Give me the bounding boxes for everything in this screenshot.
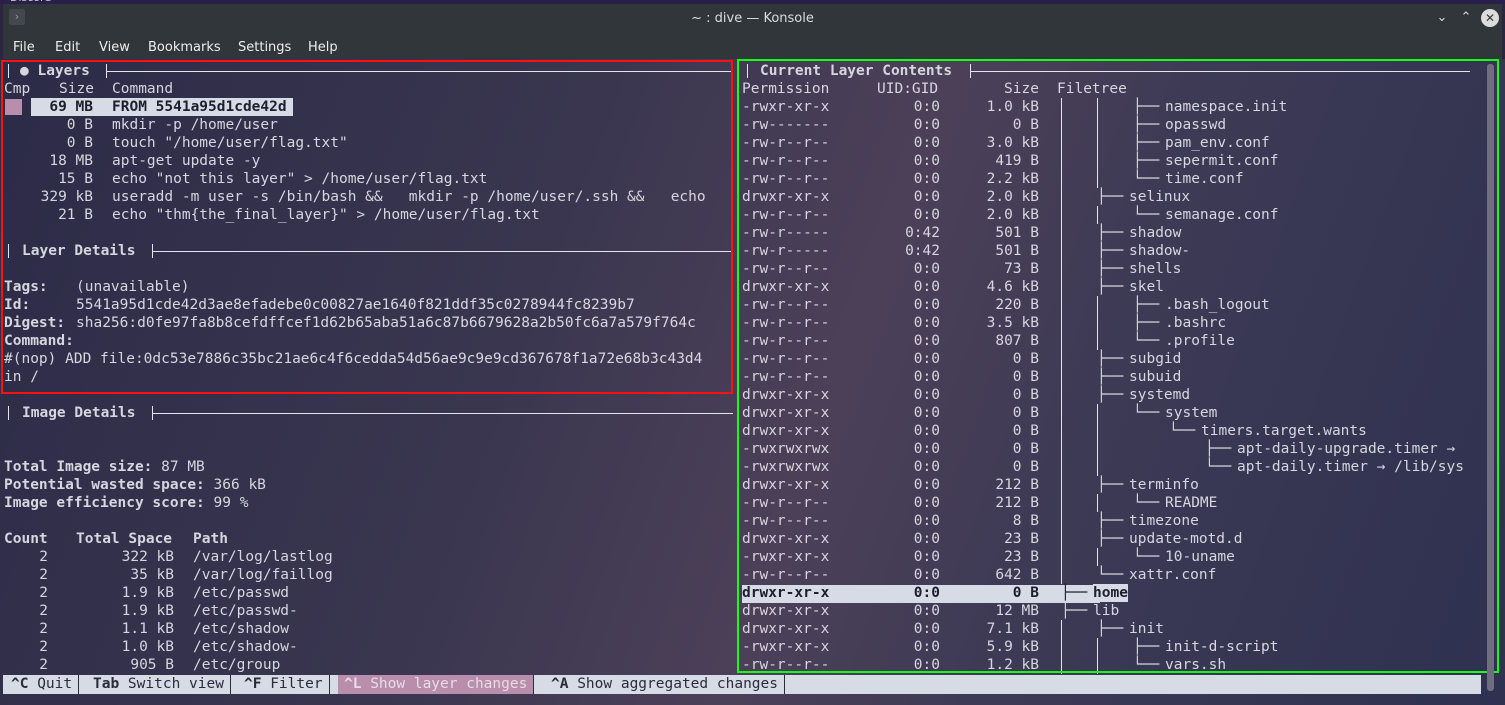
shortcut-show-layer-changes[interactable]: ^L Show layer changes bbox=[338, 675, 535, 694]
wasted-count: 2 bbox=[39, 621, 48, 637]
wasted-path: /var/log/lastlog bbox=[193, 549, 333, 565]
maximize-icon[interactable]: ⌃ bbox=[1457, 9, 1475, 27]
wasted-path: /etc/passwd bbox=[193, 585, 290, 601]
wasted-count: 2 bbox=[39, 639, 48, 655]
pane-border bbox=[153, 413, 733, 414]
wasted-space: 905 B bbox=[130, 657, 174, 673]
menu-help[interactable]: Help bbox=[308, 40, 338, 55]
shortcut-label: Switch view bbox=[119, 676, 224, 692]
terminal-scrollbar[interactable] bbox=[1487, 64, 1494, 691]
menu-file[interactable]: File bbox=[13, 40, 35, 55]
wasted-count: 2 bbox=[39, 567, 48, 583]
wasted-path: /etc/group bbox=[193, 657, 281, 673]
wasted-count: 2 bbox=[39, 549, 48, 565]
image-details-title: Image Details bbox=[22, 405, 136, 421]
wasted-space-label: Potential wasted space: bbox=[4, 477, 205, 493]
header-count: Count bbox=[4, 531, 48, 547]
wasted-space: 322 kB bbox=[121, 549, 174, 565]
shortcut-key: ^F bbox=[244, 676, 262, 692]
wasted-path: /etc/shadow bbox=[193, 621, 290, 637]
menu-edit[interactable]: Edit bbox=[55, 40, 80, 55]
wasted-space: 1.9 kB bbox=[121, 585, 174, 601]
shortcut-label: Show aggregated changes bbox=[568, 676, 778, 692]
wasted-space: 1.1 kB bbox=[121, 621, 174, 637]
close-icon[interactable]: ✕ bbox=[1481, 9, 1499, 27]
menubar: File Edit View Bookmarks Settings Help bbox=[3, 34, 1502, 59]
shortcut-key: ^C bbox=[11, 676, 29, 692]
shortcut-show-aggregated-changes[interactable]: ^A Show aggregated changes bbox=[545, 675, 785, 694]
menu-settings[interactable]: Settings bbox=[238, 40, 291, 55]
menu-bookmarks[interactable]: Bookmarks bbox=[148, 40, 221, 55]
red-highlight-box bbox=[1, 60, 733, 394]
shortcut-switch-view[interactable]: Tab Switch view bbox=[87, 675, 231, 694]
wasted-count: 2 bbox=[39, 585, 48, 601]
wasted-count: 2 bbox=[39, 603, 48, 619]
shortcut-key: ^A bbox=[551, 676, 569, 692]
total-size-label: Total Image size: bbox=[4, 459, 153, 475]
total-size-value: 87 MB bbox=[161, 459, 205, 475]
shortcut-key: ^L bbox=[344, 676, 362, 692]
wasted-path: /var/log/faillog bbox=[193, 567, 333, 583]
shortcut-label: Show layer changes bbox=[361, 676, 528, 692]
window-title: ~ : dive — Konsole bbox=[691, 11, 814, 26]
shortcut-label: Filter bbox=[261, 676, 323, 692]
pane-border bbox=[8, 406, 9, 420]
efficiency-label: Image efficiency score: bbox=[4, 495, 205, 511]
menu-view[interactable]: View bbox=[99, 40, 130, 55]
wasted-space: 1.9 kB bbox=[121, 603, 174, 619]
efficiency-value: 99 % bbox=[213, 495, 249, 511]
shortcut-quit[interactable]: ^C Quit bbox=[5, 675, 80, 694]
header-path: Path bbox=[193, 531, 228, 547]
shortcut-filter[interactable]: ^F Filter bbox=[238, 675, 330, 694]
wasted-path: /etc/shadow- bbox=[193, 639, 298, 655]
wasted-count: 2 bbox=[39, 657, 48, 673]
minimize-icon[interactable]: ⌄ bbox=[1433, 9, 1451, 27]
wasted-space-value: 366 kB bbox=[213, 477, 266, 493]
green-highlight-box bbox=[737, 59, 1499, 673]
wasted-space: 35 kB bbox=[130, 567, 174, 583]
shortcut-key: Tab bbox=[93, 676, 120, 692]
wasted-space: 1.0 kB bbox=[121, 639, 174, 655]
window-titlebar: › ~ : dive — Konsole ⌄ ⌃ ✕ bbox=[3, 4, 1502, 34]
header-total-space: Total Space bbox=[76, 531, 173, 547]
shortcut-label: Quit bbox=[28, 676, 73, 692]
wasted-path: /etc/passwd- bbox=[193, 603, 298, 619]
